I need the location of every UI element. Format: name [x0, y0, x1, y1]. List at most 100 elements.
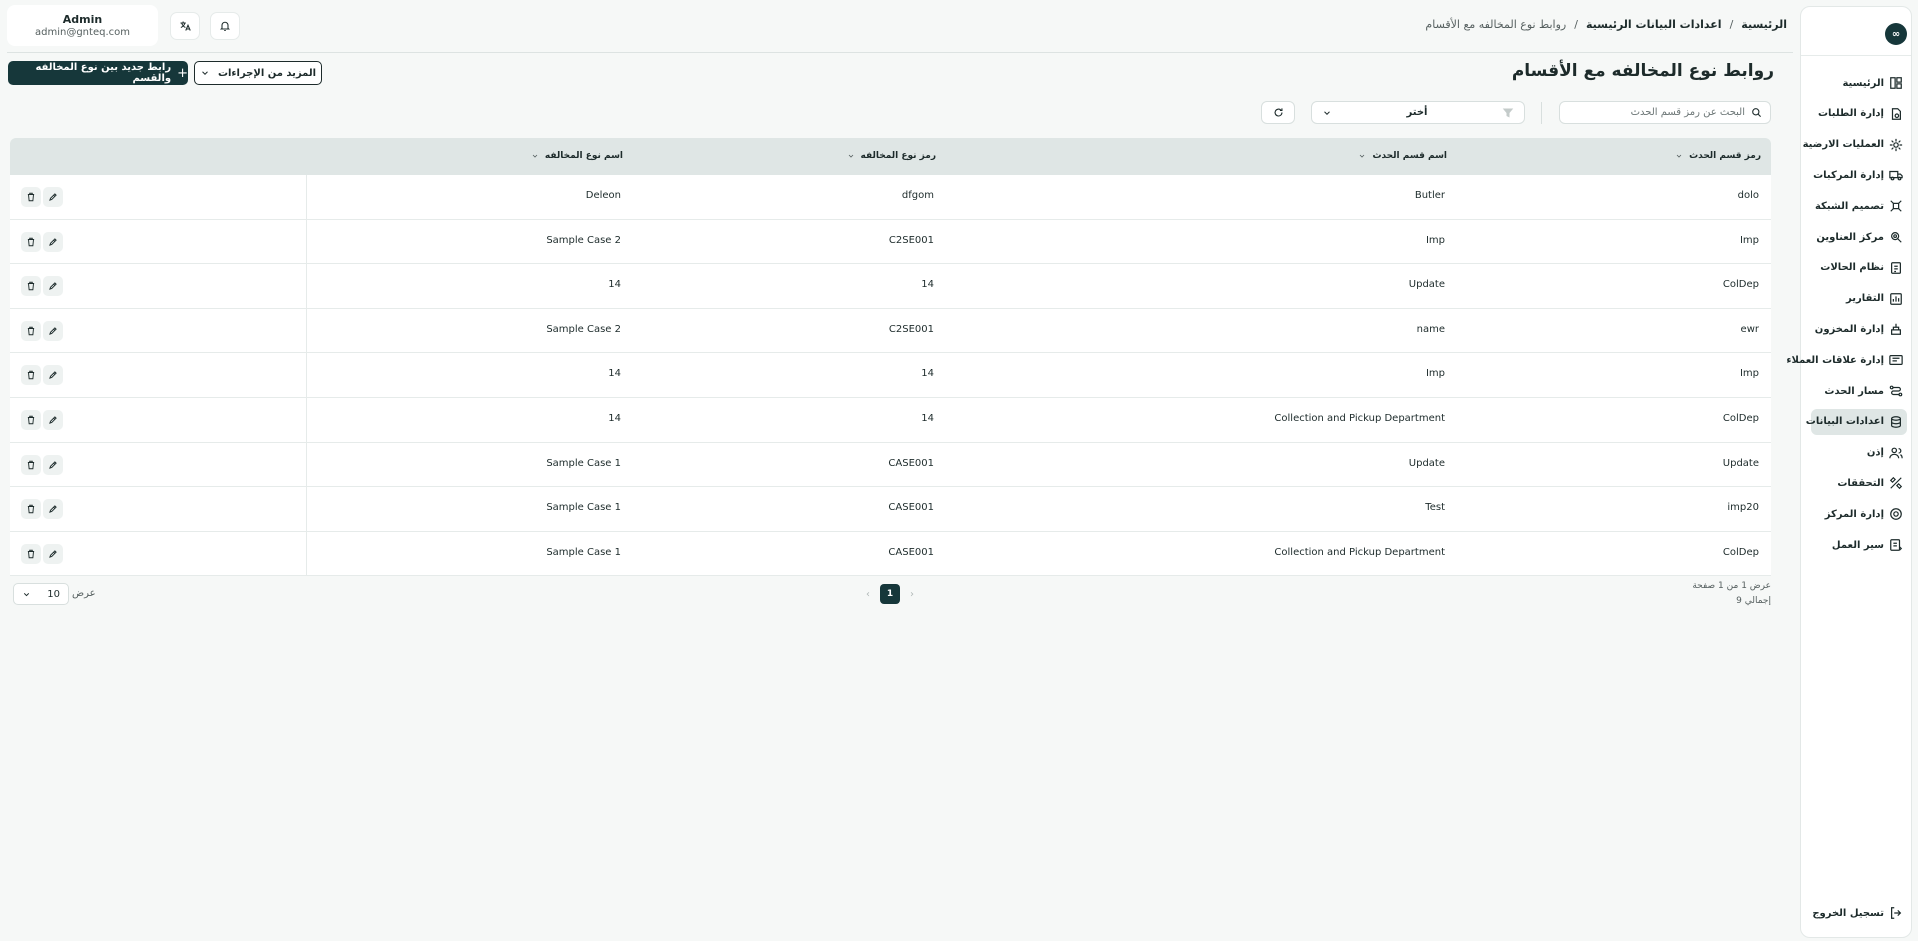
delete-button[interactable]: [21, 543, 41, 564]
filter-select[interactable]: أختر: [1311, 101, 1525, 124]
logout-button[interactable]: تسجيل الخروج: [1811, 900, 1907, 926]
sidebar-item-label: مركز العناوين: [1816, 231, 1884, 243]
breadcrumb-master-data[interactable]: اعدادات البيانات الرئيسية: [1586, 18, 1722, 31]
column-header-label: اسم نوع المخالفه: [544, 151, 623, 161]
refresh-button[interactable]: [1261, 101, 1295, 124]
translate-button[interactable]: [170, 12, 200, 40]
sidebar-item-label: إذن: [1866, 447, 1884, 459]
row-actions: [10, 397, 307, 442]
page-size-value: 10: [47, 588, 60, 600]
column-header-label: رمز قسم الحدث: [1689, 151, 1761, 161]
user-email: admin@gnteq.com: [35, 27, 130, 38]
verification-icon: [1889, 476, 1903, 490]
edit-button[interactable]: [43, 276, 63, 297]
sidebar-item[interactable]: إدارة علاقات العملاء: [1786, 347, 1907, 373]
edit-button[interactable]: [43, 187, 63, 207]
trash-icon: [27, 504, 35, 514]
column-header[interactable]: اسم نوع المخالفه: [531, 151, 623, 161]
new-link-button[interactable]: + رابط جديد بين نوع المخالفه والقسم: [8, 61, 188, 85]
more-actions-button[interactable]: المزيد من الإجراءات: [194, 61, 322, 85]
sidebar-item[interactable]: إدارة المركز: [1811, 501, 1907, 527]
sidebar-item[interactable]: إذن: [1811, 440, 1907, 466]
trash-icon: [27, 371, 35, 380]
sidebar-item[interactable]: إدارة المركبات: [1811, 162, 1907, 188]
table-row: ColDep Collection and Pickup Department 14…: [10, 397, 1771, 443]
edit-button[interactable]: [43, 454, 63, 475]
table-cell: Imp: [1425, 368, 1445, 380]
sidebar-item-label: إدارة المركز: [1824, 508, 1884, 520]
delete-button[interactable]: [21, 320, 41, 341]
row-actions: [10, 264, 307, 308]
edit-button[interactable]: [43, 320, 63, 341]
table-row: ewr name C2SE001 Sample Case 2: [10, 308, 1771, 354]
next-page-arrow[interactable]: ‹: [866, 589, 870, 600]
table-cell: 14: [608, 412, 621, 424]
sidebar-item[interactable]: نظام الحالات: [1811, 255, 1907, 281]
delete-button[interactable]: [21, 499, 41, 520]
delete-button[interactable]: [21, 454, 41, 475]
table-row: ColDep Update 14 14: [10, 264, 1771, 309]
search-icon: [1752, 108, 1762, 118]
sidebar-item[interactable]: التقارير: [1811, 286, 1907, 312]
center-icon: [1889, 507, 1903, 521]
table-row: imp20 Test CASE001 Sample Case 1: [10, 487, 1771, 532]
table-header: رمز قسم الحدث اسم قسم الحدث رمز نوع المخال…: [10, 138, 1771, 175]
edit-icon: [49, 237, 57, 246]
search-box: [1559, 101, 1771, 124]
edit-button[interactable]: [43, 543, 63, 564]
table-cell: ColDep: [1722, 546, 1759, 558]
sidebar-item[interactable]: الرئيسية: [1811, 70, 1907, 96]
column-header[interactable]: اسم قسم الحدث: [1358, 151, 1447, 161]
table-cell: C2SE001: [888, 234, 934, 246]
orders-icon: [1889, 107, 1903, 121]
breadcrumb-home[interactable]: الرئيسية: [1741, 18, 1787, 31]
row-actions: [10, 219, 307, 264]
delete-button[interactable]: [21, 187, 41, 207]
table-row: Imp Imp C2SE001 Sample Case 2: [10, 219, 1771, 265]
column-header[interactable]: رمز قسم الحدث: [1675, 151, 1761, 161]
address-icon: [1889, 230, 1903, 244]
prev-page-arrow[interactable]: ›: [910, 589, 914, 600]
delete-button[interactable]: [21, 276, 41, 297]
edit-icon: [49, 282, 57, 291]
edit-button[interactable]: [43, 409, 63, 430]
app-logo[interactable]: ∞: [1885, 23, 1907, 45]
sidebar-item[interactable]: تصميم الشبكة: [1811, 193, 1907, 219]
sidebar-item[interactable]: سير العمل: [1811, 532, 1907, 558]
truck-icon: [1889, 168, 1903, 182]
delete-button[interactable]: [21, 409, 41, 430]
chevron-down-icon: [1324, 110, 1330, 115]
refresh-icon: [1274, 108, 1282, 117]
edit-button[interactable]: [43, 365, 63, 386]
column-header[interactable]: رمز نوع المخالفه: [847, 151, 936, 161]
page-number[interactable]: 1: [880, 584, 900, 604]
sidebar-item[interactable]: مركز العناوين: [1811, 224, 1907, 250]
sidebar-item-label: إدارة المخزون: [1814, 323, 1884, 335]
chevron-down-icon: [848, 154, 853, 158]
sidebar-item[interactable]: مسار الحدث: [1811, 378, 1907, 404]
sidebar-item[interactable]: إدارة المخزون: [1811, 316, 1907, 342]
table-cell: 14: [921, 368, 934, 380]
user-card[interactable]: Admin admin@gnteq.com: [7, 5, 158, 46]
sidebar-item-label: التقارير: [1846, 293, 1884, 305]
sidebar-item[interactable]: إدارة الطلبات: [1811, 101, 1907, 127]
table-cell: Imp: [1739, 368, 1759, 380]
sidebar-item[interactable]: اعدادات البيانات: [1806, 408, 1907, 435]
sidebar-item[interactable]: العمليات الارضية: [1803, 132, 1907, 158]
chevron-down-icon: [1676, 154, 1682, 158]
column-header-label: اسم قسم الحدث: [1372, 151, 1447, 161]
edit-button[interactable]: [43, 231, 63, 252]
table-cell: name: [1416, 323, 1445, 335]
column-header-label: رمز نوع المخالفه: [860, 151, 936, 161]
table-cell: Butler: [1414, 190, 1445, 201]
delete-button[interactable]: [21, 365, 41, 386]
delete-button[interactable]: [21, 231, 41, 252]
table-cell: Test: [1425, 502, 1445, 514]
sidebar-item[interactable]: التحققات: [1811, 470, 1907, 496]
dashboard-icon: [1889, 76, 1903, 90]
edit-button[interactable]: [43, 499, 63, 520]
edit-icon: [49, 416, 57, 424]
search-input[interactable]: [1575, 107, 1745, 118]
notifications-button[interactable]: [210, 12, 240, 40]
page-size-select[interactable]: 10: [13, 583, 69, 605]
